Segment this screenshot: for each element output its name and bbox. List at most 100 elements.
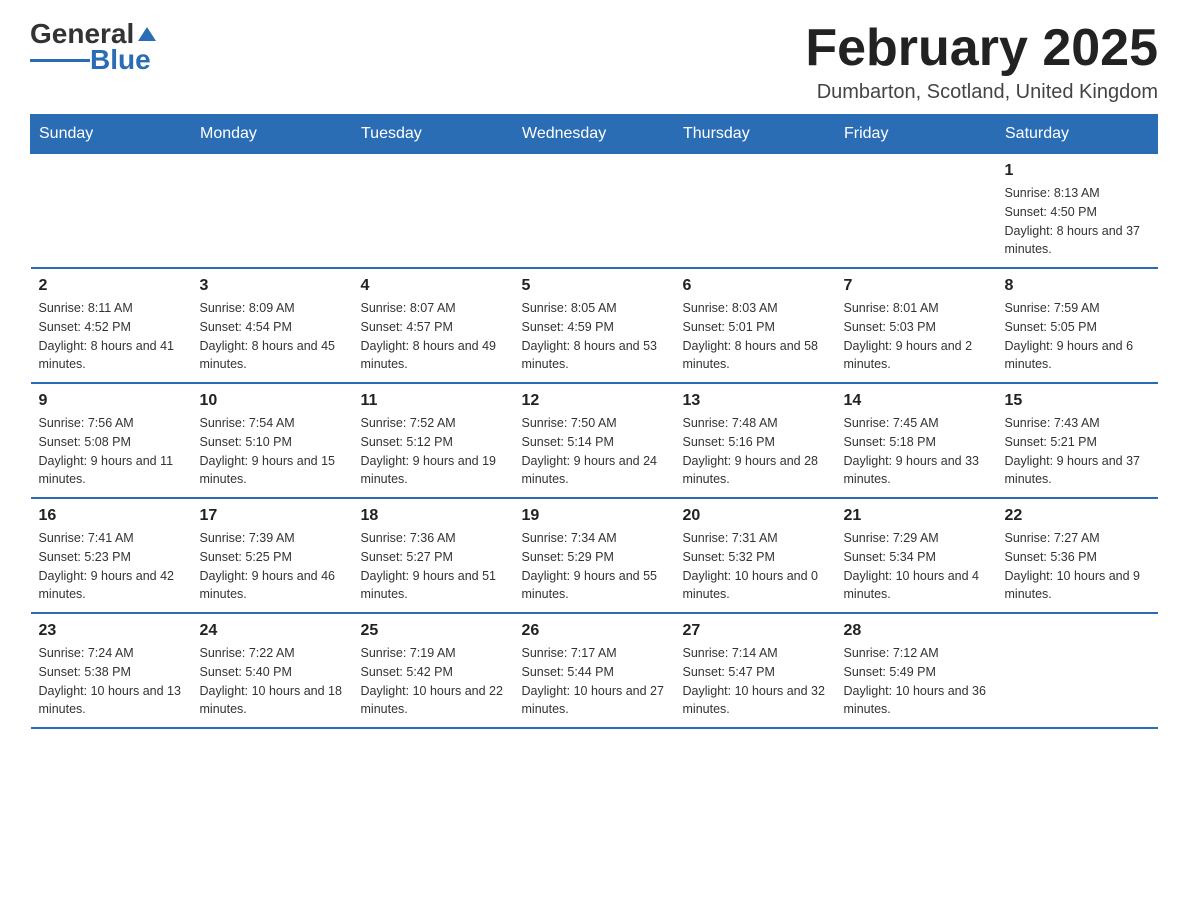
day-info: Sunrise: 7:56 AMSunset: 5:08 PMDaylight:… (39, 414, 184, 489)
day-number: 11 (361, 392, 506, 410)
week-row-3: 9 Sunrise: 7:56 AMSunset: 5:08 PMDaylight… (31, 383, 1158, 498)
calendar-body: 1Sunrise: 8:13 AMSunset: 4:50 PMDaylight… (31, 154, 1158, 729)
day-info: Sunrise: 8:09 AMSunset: 4:54 PMDaylight:… (200, 299, 345, 374)
day-cell: 27 Sunrise: 7:14 AMSunset: 5:47 PMDayligh… (675, 613, 836, 728)
week-row-1: 1Sunrise: 8:13 AMSunset: 4:50 PMDaylight… (31, 154, 1158, 269)
week-row-4: 16 Sunrise: 7:41 AMSunset: 5:23 PMDayligh… (31, 498, 1158, 613)
day-number: 23 (39, 622, 184, 640)
day-cell: 3 Sunrise: 8:09 AMSunset: 4:54 PMDaylight… (192, 268, 353, 383)
day-cell: 8 Sunrise: 7:59 AMSunset: 5:05 PMDaylight… (997, 268, 1158, 383)
day-cell: 21Sunrise: 7:29 AMSunset: 5:34 PMDayligh… (836, 498, 997, 613)
day-info: Sunrise: 7:48 AMSunset: 5:16 PMDaylight:… (683, 414, 828, 489)
day-cell: 22Sunrise: 7:27 AMSunset: 5:36 PMDayligh… (997, 498, 1158, 613)
week-row-2: 2 Sunrise: 8:11 AMSunset: 4:52 PMDaylight… (31, 268, 1158, 383)
month-title: February 2025 (805, 20, 1158, 77)
day-cell (997, 613, 1158, 728)
day-number: 19 (522, 507, 667, 525)
day-info: Sunrise: 8:05 AMSunset: 4:59 PMDaylight:… (522, 299, 667, 374)
day-cell: 7 Sunrise: 8:01 AMSunset: 5:03 PMDaylight… (836, 268, 997, 383)
day-info: Sunrise: 7:12 AMSunset: 5:49 PMDaylight:… (844, 644, 989, 719)
day-number: 12 (522, 392, 667, 410)
day-number: 21 (844, 507, 989, 525)
day-number: 27 (683, 622, 828, 640)
day-cell (192, 154, 353, 269)
day-of-week-monday: Monday (192, 115, 353, 154)
day-cell: 9 Sunrise: 7:56 AMSunset: 5:08 PMDaylight… (31, 383, 192, 498)
day-info: Sunrise: 7:45 AMSunset: 5:18 PMDaylight:… (844, 414, 989, 489)
day-number: 18 (361, 507, 506, 525)
day-of-week-thursday: Thursday (675, 115, 836, 154)
day-info: Sunrise: 7:41 AMSunset: 5:23 PMDaylight:… (39, 529, 184, 604)
day-number: 2 (39, 277, 184, 295)
day-number: 28 (844, 622, 989, 640)
day-cell: 18 Sunrise: 7:36 AMSunset: 5:27 PMDayligh… (353, 498, 514, 613)
day-number: 4 (361, 277, 506, 295)
day-cell: 11 Sunrise: 7:52 AMSunset: 5:12 PMDayligh… (353, 383, 514, 498)
day-number: 20 (683, 507, 828, 525)
day-info: Sunrise: 8:13 AMSunset: 4:50 PMDaylight:… (1005, 184, 1150, 259)
day-info: Sunrise: 7:31 AMSunset: 5:32 PMDaylight:… (683, 529, 828, 604)
day-cell (675, 154, 836, 269)
day-of-week-wednesday: Wednesday (514, 115, 675, 154)
day-info: Sunrise: 7:43 AMSunset: 5:21 PMDaylight:… (1005, 414, 1150, 489)
day-number: 16 (39, 507, 184, 525)
location: Dumbarton, Scotland, United Kingdom (805, 81, 1158, 104)
day-info: Sunrise: 7:36 AMSunset: 5:27 PMDaylight:… (361, 529, 506, 604)
calendar-table: SundayMondayTuesdayWednesdayThursdayFrid… (30, 114, 1158, 729)
day-number: 26 (522, 622, 667, 640)
day-cell: 16 Sunrise: 7:41 AMSunset: 5:23 PMDayligh… (31, 498, 192, 613)
day-cell: 12Sunrise: 7:50 AMSunset: 5:14 PMDayligh… (514, 383, 675, 498)
day-info: Sunrise: 8:07 AMSunset: 4:57 PMDaylight:… (361, 299, 506, 374)
day-cell: 23 Sunrise: 7:24 AMSunset: 5:38 PMDayligh… (31, 613, 192, 728)
day-cell: 4 Sunrise: 8:07 AMSunset: 4:57 PMDaylight… (353, 268, 514, 383)
day-info: Sunrise: 7:19 AMSunset: 5:42 PMDaylight:… (361, 644, 506, 719)
day-info: Sunrise: 7:17 AMSunset: 5:44 PMDaylight:… (522, 644, 667, 719)
day-number: 3 (200, 277, 345, 295)
day-cell: 24 Sunrise: 7:22 AMSunset: 5:40 PMDayligh… (192, 613, 353, 728)
day-cell (353, 154, 514, 269)
logo: General Blue (30, 20, 158, 74)
day-info: Sunrise: 7:54 AMSunset: 5:10 PMDaylight:… (200, 414, 345, 489)
day-info: Sunrise: 8:01 AMSunset: 5:03 PMDaylight:… (844, 299, 989, 374)
day-number: 25 (361, 622, 506, 640)
week-row-5: 23 Sunrise: 7:24 AMSunset: 5:38 PMDayligh… (31, 613, 1158, 728)
day-cell: 1Sunrise: 8:13 AMSunset: 4:50 PMDaylight… (997, 154, 1158, 269)
day-cell (514, 154, 675, 269)
day-cell: 14 Sunrise: 7:45 AMSunset: 5:18 PMDayligh… (836, 383, 997, 498)
day-cell: 15 Sunrise: 7:43 AMSunset: 5:21 PMDayligh… (997, 383, 1158, 498)
day-number: 15 (1005, 392, 1150, 410)
day-info: Sunrise: 7:14 AMSunset: 5:47 PMDaylight:… (683, 644, 828, 719)
day-number: 14 (844, 392, 989, 410)
day-of-week-tuesday: Tuesday (353, 115, 514, 154)
day-info: Sunrise: 7:24 AMSunset: 5:38 PMDaylight:… (39, 644, 184, 719)
day-number: 24 (200, 622, 345, 640)
day-cell: 20 Sunrise: 7:31 AMSunset: 5:32 PMDayligh… (675, 498, 836, 613)
calendar-header: SundayMondayTuesdayWednesdayThursdayFrid… (31, 115, 1158, 154)
day-cell: 28 Sunrise: 7:12 AMSunset: 5:49 PMDayligh… (836, 613, 997, 728)
day-cell: 17Sunrise: 7:39 AMSunset: 5:25 PMDayligh… (192, 498, 353, 613)
day-of-week-sunday: Sunday (31, 115, 192, 154)
day-number: 9 (39, 392, 184, 410)
day-cell (836, 154, 997, 269)
logo-blue: Blue (90, 46, 151, 74)
day-cell: 2 Sunrise: 8:11 AMSunset: 4:52 PMDaylight… (31, 268, 192, 383)
day-info: Sunrise: 7:52 AMSunset: 5:12 PMDaylight:… (361, 414, 506, 489)
day-cell: 26 Sunrise: 7:17 AMSunset: 5:44 PMDayligh… (514, 613, 675, 728)
day-number: 17 (200, 507, 345, 525)
day-cell: 6 Sunrise: 8:03 AMSunset: 5:01 PMDaylight… (675, 268, 836, 383)
day-of-week-friday: Friday (836, 115, 997, 154)
page-header: General Blue February 2025 Dumbarton, Sc… (30, 20, 1158, 104)
day-info: Sunrise: 7:34 AMSunset: 5:29 PMDaylight:… (522, 529, 667, 604)
day-info: Sunrise: 8:03 AMSunset: 5:01 PMDaylight:… (683, 299, 828, 374)
day-number: 22 (1005, 507, 1150, 525)
day-cell: 10 Sunrise: 7:54 AMSunset: 5:10 PMDayligh… (192, 383, 353, 498)
day-number: 7 (844, 277, 989, 295)
day-info: Sunrise: 7:22 AMSunset: 5:40 PMDaylight:… (200, 644, 345, 719)
day-cell: 19 Sunrise: 7:34 AMSunset: 5:29 PMDayligh… (514, 498, 675, 613)
day-number: 8 (1005, 277, 1150, 295)
day-cell: 25 Sunrise: 7:19 AMSunset: 5:42 PMDayligh… (353, 613, 514, 728)
day-number: 6 (683, 277, 828, 295)
day-info: Sunrise: 7:59 AMSunset: 5:05 PMDaylight:… (1005, 299, 1150, 374)
day-info: Sunrise: 8:11 AMSunset: 4:52 PMDaylight:… (39, 299, 184, 374)
day-number: 10 (200, 392, 345, 410)
